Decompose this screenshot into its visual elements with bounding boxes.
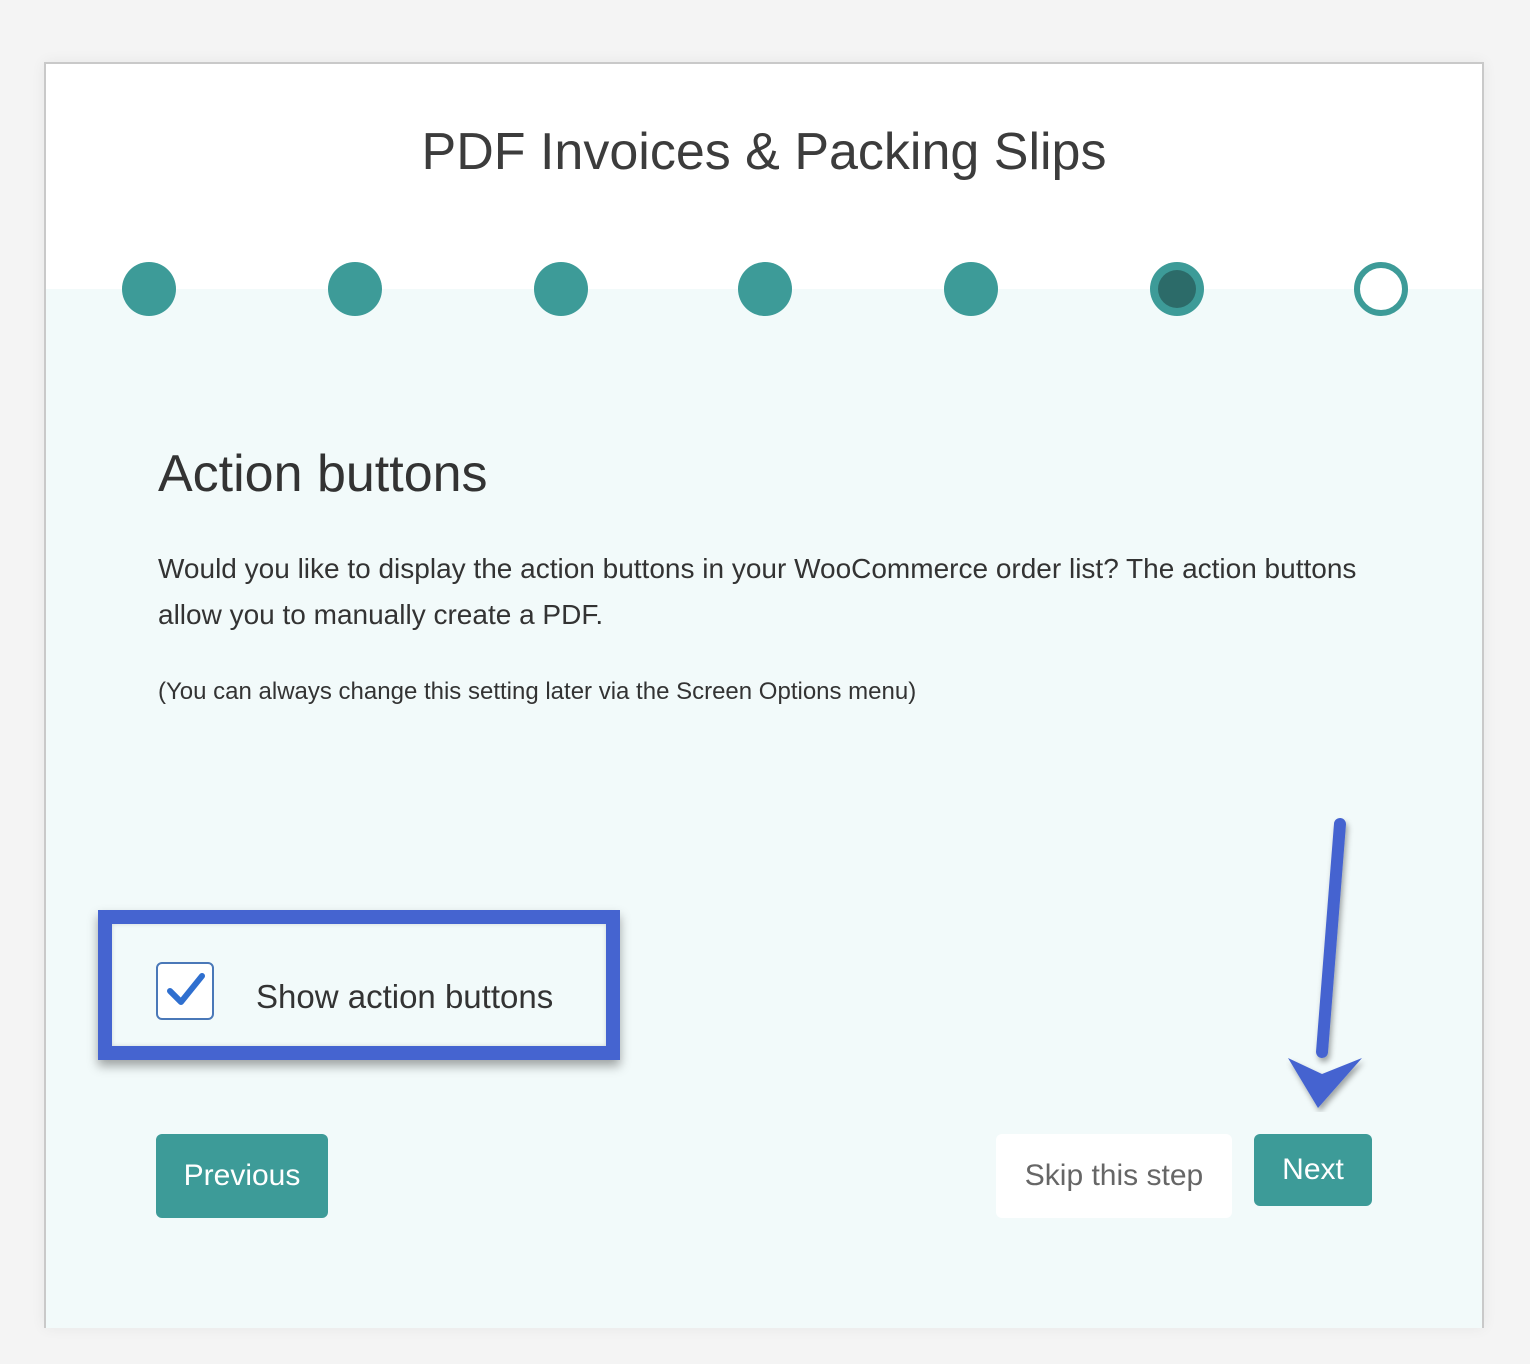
step-4-dot[interactable] [738,262,792,316]
show-action-buttons-checkbox[interactable] [156,962,214,1020]
wizard-header: PDF Invoices & Packing Slips [46,64,1482,289]
step-content: Action buttons Would you like to display… [158,444,1388,706]
step-2-dot[interactable] [328,262,382,316]
setup-wizard-frame: PDF Invoices & Packing Slips Action butt… [44,62,1484,1328]
previous-button[interactable]: Previous [156,1134,328,1218]
section-note: (You can always change this setting late… [158,678,917,705]
step-3-dot[interactable] [534,262,588,316]
step-indicator [46,262,1482,318]
section-title: Action buttons [158,445,488,503]
step-5-dot[interactable] [944,262,998,316]
checkmark-icon [167,973,205,1005]
show-action-buttons-label[interactable]: Show action buttons [256,978,553,1016]
section-description: Would you like to display the action but… [158,553,1357,630]
annotation-arrow-icon [1288,818,1362,1108]
app-title: PDF Invoices & Packing Slips [421,123,1107,181]
step-6-dot-current [1150,262,1204,316]
skip-step-button[interactable]: Skip this step [996,1134,1232,1218]
step-1-dot[interactable] [122,262,176,316]
next-button[interactable]: Next [1254,1134,1372,1206]
step-7-dot-todo [1354,262,1408,316]
